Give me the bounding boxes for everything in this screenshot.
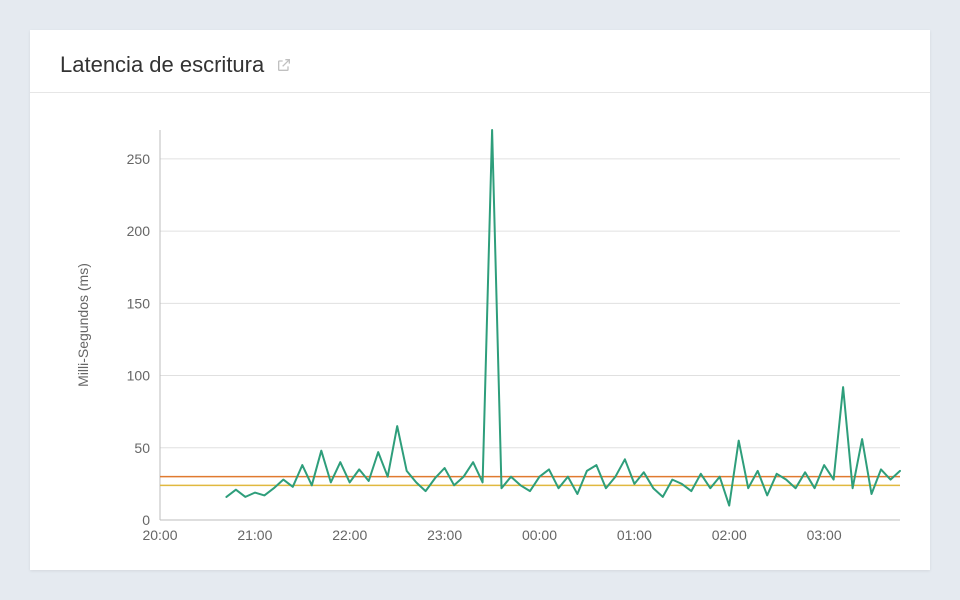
- x-tick-label: 03:00: [807, 527, 842, 543]
- card-header: Latencia de escritura: [30, 30, 930, 93]
- chart-area: 0 50 100 150 200 250 20:00 21:00 22:00 23:00 00:00…: [60, 120, 910, 550]
- x-tick-label: 22:00: [332, 527, 367, 543]
- y-tick-label: 50: [134, 440, 150, 456]
- y-tick-label: 100: [127, 368, 151, 384]
- x-tick-label: 00:00: [522, 527, 557, 543]
- chart-card: Latencia de escritura 0 50 100 150 200 250 20:…: [30, 30, 930, 570]
- card-title: Latencia de escritura: [60, 52, 264, 78]
- series-write-latency: [226, 130, 900, 506]
- x-tick-label: 02:00: [712, 527, 747, 543]
- x-tick-label: 21:00: [237, 527, 272, 543]
- y-tick-label: 250: [127, 151, 151, 167]
- y-tick-label: 0: [142, 512, 150, 528]
- x-tick-label: 23:00: [427, 527, 462, 543]
- x-tick-label: 20:00: [142, 527, 177, 543]
- y-tick-label: 150: [127, 295, 151, 311]
- x-tick-label: 01:00: [617, 527, 652, 543]
- line-chart[interactable]: 0 50 100 150 200 250 20:00 21:00 22:00 23:00 00:00…: [60, 120, 910, 550]
- external-link-icon[interactable]: [276, 57, 292, 73]
- y-axis-label: Milli-Segundos (ms): [75, 263, 91, 387]
- y-tick-label: 200: [127, 223, 151, 239]
